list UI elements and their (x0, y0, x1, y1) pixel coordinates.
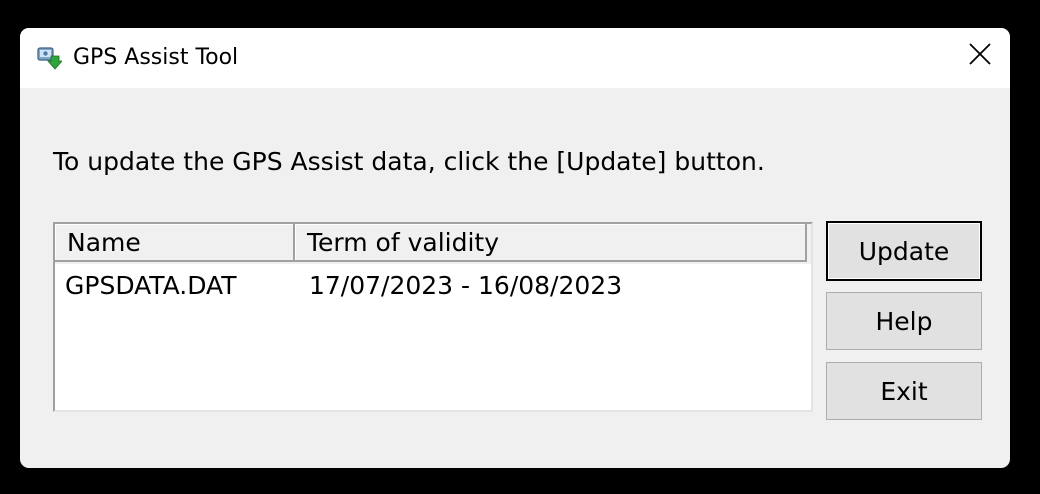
title-bar[interactable]: GPS Assist Tool (20, 28, 1010, 88)
column-header-term-of-validity[interactable]: Term of validity (295, 224, 807, 262)
list-header: Name Term of validity (55, 224, 811, 264)
window-title: GPS Assist Tool (73, 45, 239, 70)
list-item[interactable]: GPSDATA.DAT 17/07/2023 - 16/08/2023 (55, 268, 811, 304)
gps-data-list[interactable]: Name Term of validity GPSDATA.DAT 17/07/… (53, 222, 813, 412)
gps-assist-dialog: GPS Assist Tool To update the GPS Assist… (20, 28, 1010, 468)
update-button[interactable]: Update (826, 221, 982, 281)
column-header-name[interactable]: Name (55, 224, 295, 262)
help-button[interactable]: Help (826, 292, 982, 350)
close-button[interactable] (950, 28, 1010, 84)
gps-assist-app-icon (36, 44, 63, 70)
list-item-name: GPSDATA.DAT (65, 271, 237, 300)
close-icon (969, 43, 991, 69)
instruction-text: To update the GPS Assist data, click the… (53, 147, 765, 176)
list-item-term: 17/07/2023 - 16/08/2023 (309, 271, 623, 300)
exit-button[interactable]: Exit (826, 362, 982, 420)
